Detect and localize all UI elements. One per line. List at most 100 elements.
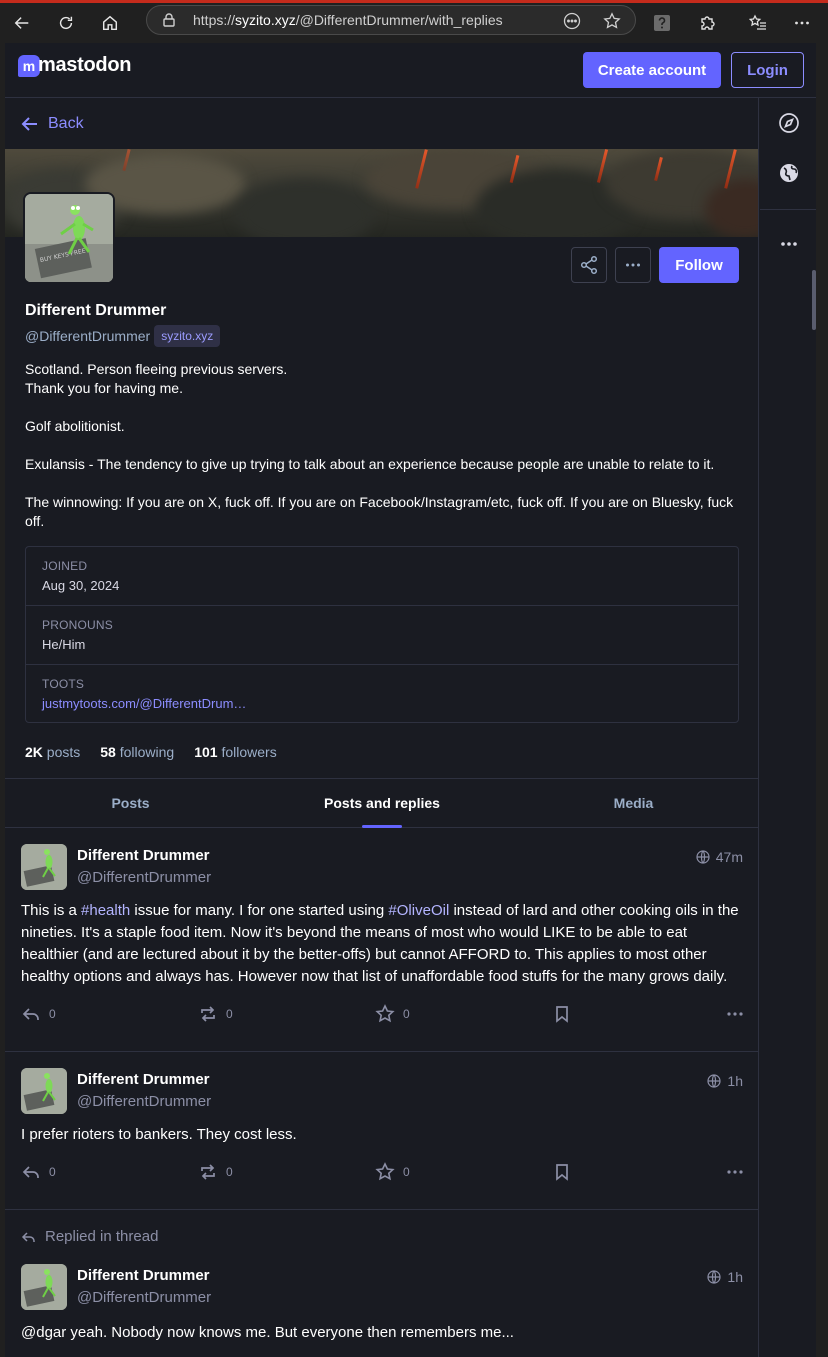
status-avatar[interactable] [21, 1264, 67, 1310]
url-host: syzito.xyz [235, 12, 296, 28]
boost-count: 0 [226, 1007, 233, 1021]
globe-live-feeds-icon[interactable] [778, 162, 800, 184]
site-header: m mastodon Create account Login [5, 43, 816, 98]
status-more-button[interactable] [725, 1162, 753, 1182]
boost-button[interactable]: 0 [198, 1162, 233, 1182]
reply-button[interactable]: 0 [21, 1004, 56, 1024]
status-timestamp[interactable]: 1h [707, 1269, 743, 1285]
status-timestamp[interactable]: 47m [696, 849, 743, 865]
compass-explore-icon[interactable] [778, 112, 800, 134]
question-icon [654, 15, 670, 31]
more-circle-icon[interactable] [563, 12, 581, 30]
status-post[interactable]: Replied in thread Different Drummer @Dif… [5, 1210, 758, 1357]
profile-avatar[interactable]: BUY KEYS FREE [23, 192, 115, 284]
field-link[interactable]: justmytoots.com/@DifferentDrum… [42, 696, 722, 711]
profile-account: @DifferentDrummer syzito.xyz [25, 325, 221, 347]
profile-column: Back BUY KEYS FREE Follow Different Drum… [5, 98, 759, 1357]
bio-line: Thank you for having me. [25, 380, 183, 396]
field-value: Aug 30, 2024 [42, 578, 120, 593]
followers-count-link[interactable]: 101 followers [194, 744, 277, 760]
domain-badge[interactable]: syzito.xyz [154, 325, 221, 347]
prepend-label: Replied in thread [45, 1228, 159, 1245]
following-count-link[interactable]: 58 following [100, 744, 174, 760]
favourite-button[interactable]: 0 [375, 1162, 410, 1182]
tab-posts-and-replies[interactable]: Posts and replies [256, 779, 508, 827]
bookmark-icon [556, 1006, 568, 1023]
following-count: 58 [100, 744, 116, 760]
profile-stats: 2K posts 58 following 101 followers [25, 744, 297, 760]
browser-back-button[interactable] [0, 3, 44, 43]
status-post[interactable]: Different Drummer @DifferentDrummer 1h I… [5, 1052, 758, 1210]
field-label: PRONOUNS [42, 618, 113, 632]
boost-button[interactable]: 0 [198, 1004, 233, 1024]
star-favorite-icon[interactable] [603, 12, 621, 30]
status-handle[interactable]: @DifferentDrummer [77, 1289, 211, 1306]
status-handle[interactable]: @DifferentDrummer [77, 869, 211, 886]
share-profile-button[interactable] [571, 247, 607, 283]
profile-display-name: Different Drummer [25, 302, 167, 319]
status-display-name[interactable]: Different Drummer [77, 1267, 210, 1284]
status-post[interactable]: Different Drummer @DifferentDrummer 47m … [5, 828, 758, 1052]
status-action-bar: 0 0 0 [21, 1004, 745, 1028]
more-options-icon[interactable] [778, 233, 800, 255]
side-navigation [760, 98, 816, 1357]
share-icon [580, 255, 598, 275]
status-timestamp[interactable]: 1h [707, 1073, 743, 1089]
back-label: Back [48, 114, 84, 132]
bio-line: Scotland. Person fleeing previous server… [25, 361, 288, 377]
extension-help-button[interactable] [642, 3, 682, 43]
status-time: 1h [727, 1073, 743, 1089]
bookmark-button[interactable] [552, 1162, 580, 1182]
status-content: This is a #health issue for many. I for … [21, 900, 745, 988]
tab-posts[interactable]: Posts [5, 779, 256, 827]
url-text: https://syzito.xyz/@DifferentDrummer/wit… [193, 12, 503, 28]
posts-count-link[interactable]: 2K posts [25, 744, 80, 760]
status-display-name[interactable]: Different Drummer [77, 847, 210, 864]
tab-media[interactable]: Media [508, 779, 758, 827]
hashtag-link[interactable]: #OliveOil [388, 902, 449, 919]
favourite-count: 0 [403, 1165, 410, 1179]
extensions-button[interactable] [688, 3, 728, 43]
lock-icon [161, 12, 177, 28]
bio-line: Golf abolitionist. [25, 418, 125, 434]
ellipsis-icon [795, 21, 809, 25]
reply-icon [22, 1008, 39, 1020]
reply-button[interactable]: 0 [21, 1162, 56, 1182]
address-bar[interactable]: https://syzito.xyz/@DifferentDrummer/wit… [146, 5, 636, 35]
profile-field-joined: JOINED Aug 30, 2024 [26, 547, 738, 606]
favourite-button[interactable]: 0 [375, 1004, 410, 1024]
profile-handle: @DifferentDrummer [25, 328, 151, 344]
back-button[interactable]: Back [5, 98, 758, 149]
browser-menu-button[interactable] [782, 3, 822, 43]
status-more-button[interactable] [725, 1004, 753, 1024]
status-content: @dgar yeah. Nobody now knows me. But eve… [21, 1324, 514, 1341]
content-text: issue for many. I for one started using [130, 902, 389, 919]
scrollbar-thumb[interactable] [812, 270, 816, 330]
status-avatar[interactable] [21, 1068, 67, 1114]
favorites-button[interactable] [738, 3, 778, 43]
reply-count: 0 [49, 1165, 56, 1179]
mastodon-logo[interactable]: m mastodon [18, 54, 131, 77]
profile-bio: Scotland. Person fleeing previous server… [25, 360, 741, 550]
status-action-bar: 0 0 0 [21, 1162, 745, 1186]
login-button[interactable]: Login [731, 52, 804, 88]
bio-line: Exulansis - The tendency to give up tryi… [25, 456, 715, 472]
status-display-name[interactable]: Different Drummer [77, 1071, 210, 1088]
browser-home-button[interactable] [88, 3, 132, 43]
followers-label: followers [221, 744, 277, 760]
arrow-left-icon [21, 116, 37, 131]
hashtag-link[interactable]: #health [81, 902, 130, 919]
status-handle[interactable]: @DifferentDrummer [77, 1093, 211, 1110]
status-avatar[interactable] [21, 844, 67, 890]
create-account-button[interactable]: Create account [583, 52, 721, 88]
url-prefix: https:// [193, 12, 236, 28]
field-label: TOOTS [42, 677, 85, 691]
browser-refresh-button[interactable] [44, 3, 88, 43]
content-text: This is a [21, 902, 82, 919]
follow-button[interactable]: Follow [659, 247, 739, 283]
star-icon [375, 1162, 395, 1181]
url-path: /@DifferentDrummer/with_replies [295, 12, 503, 28]
profile-header-image [5, 149, 758, 237]
profile-more-button[interactable] [615, 247, 651, 283]
bookmark-button[interactable] [552, 1004, 580, 1024]
